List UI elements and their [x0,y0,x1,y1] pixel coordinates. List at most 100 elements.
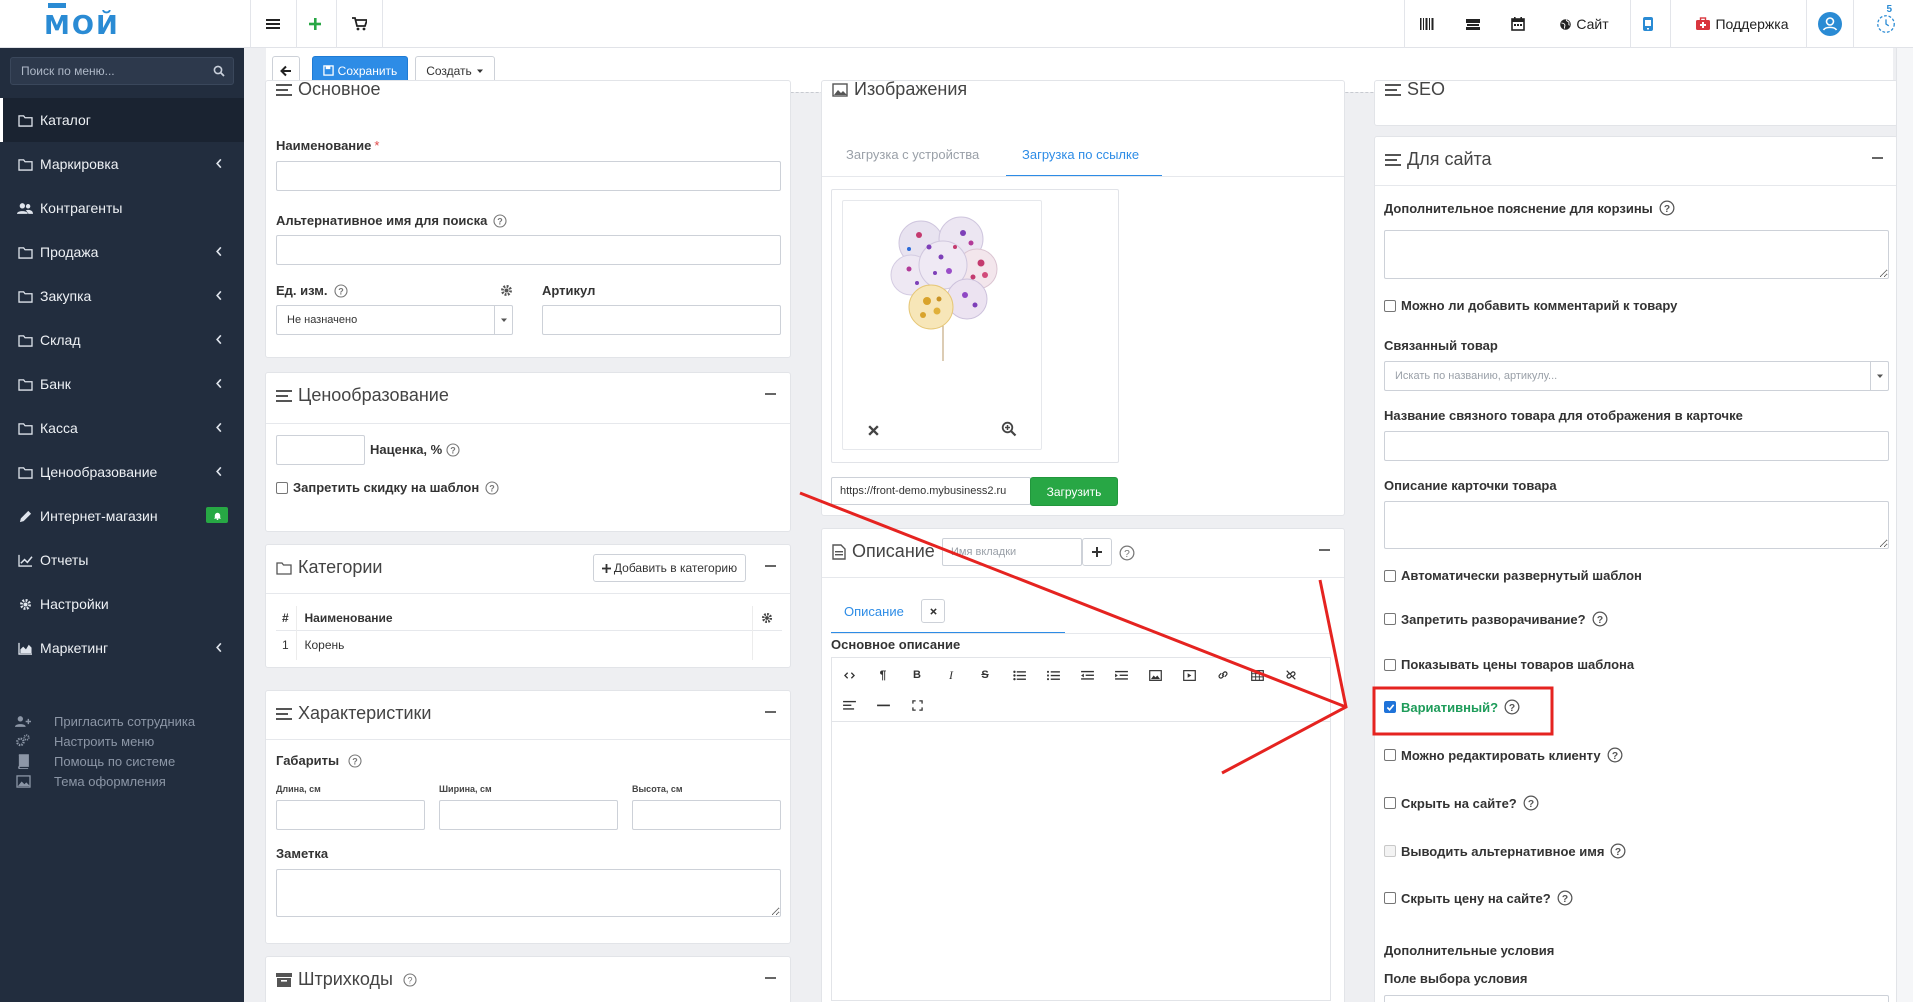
condition-field-select[interactable] [1384,995,1889,1002]
help-icon[interactable]: ? [1504,699,1520,715]
sidebar-item[interactable]: Маркетинг [0,626,244,670]
alt-name-input[interactable] [276,235,781,265]
help-icon[interactable]: ? [1607,747,1623,763]
card-desc-textarea[interactable] [1384,501,1889,549]
tab-name-input[interactable] [942,538,1082,566]
insert-image-icon[interactable] [1144,664,1166,686]
menu-toggle-button[interactable] [258,0,288,48]
help-icon[interactable]: ? [1610,843,1626,859]
help-icon[interactable]: ? [333,283,348,298]
link-icon[interactable] [1212,664,1234,686]
checkbox[interactable] [1384,749,1396,761]
help-icon[interactable]: ? [485,480,499,495]
markup-input[interactable] [276,435,365,465]
related-product-select[interactable]: Искать по названию, артикулу... [1384,361,1889,391]
client-edit-checkbox[interactable]: Можно редактировать клиенту ? [1384,747,1623,763]
numbered-list-icon[interactable] [1042,664,1064,686]
checkbox[interactable] [1384,613,1396,625]
profile-button[interactable] [1815,0,1845,48]
logo[interactable]: МОЙ БИЗНЕС 2 [42,3,212,75]
mobile-app-button[interactable] [1633,0,1663,48]
strikethrough-icon[interactable]: S [974,664,996,686]
note-textarea[interactable] [276,869,781,917]
support-button[interactable]: Поддержка [1686,0,1798,48]
sidebar-item[interactable]: Интернет-магазин [0,494,244,538]
width-input[interactable] [439,800,618,830]
variative-checkbox[interactable]: Вариативный? ? [1384,699,1520,715]
upload-button[interactable]: Загрузить [1030,477,1118,506]
help-icon[interactable]: ? [348,753,362,768]
add-to-category-button[interactable]: Добавить в категорию [593,554,746,582]
help-icon[interactable]: ? [493,213,507,228]
indent-icon[interactable] [1110,664,1132,686]
sidebar-item[interactable]: Настройки [0,582,244,626]
forbid-expand-checkbox[interactable]: Запретить разворачивание? ? [1384,611,1608,627]
help-icon[interactable]: ? [1659,200,1675,216]
show-prices-checkbox[interactable]: Показывать цены товаров шаблона [1384,657,1634,672]
sidebar-item[interactable]: Закупка [0,274,244,318]
tab-description[interactable]: Описание [844,604,904,619]
delete-image-icon[interactable] [867,424,880,437]
horizontal-rule-icon[interactable] [872,694,894,716]
cart-button[interactable] [344,0,374,48]
sidebar-item[interactable]: Склад [0,318,244,362]
name-input[interactable] [276,161,781,191]
editor-content-area[interactable] [832,723,1330,1000]
italic-icon[interactable]: I [940,664,962,686]
checkbox[interactable] [276,481,288,494]
collapse-description-button[interactable] [1319,549,1330,551]
show-alt-name-checkbox[interactable]: Выводить альтернативное имя ? [1384,843,1626,859]
collapse-characteristics-button[interactable] [765,711,776,713]
sidebar-item[interactable]: Продажа [0,230,244,274]
checkbox[interactable] [1384,658,1396,671]
gear-icon[interactable] [500,284,513,297]
image-url-input[interactable] [831,477,1031,505]
article-input[interactable] [542,305,781,335]
table-settings-cell[interactable] [752,606,782,630]
tab-upload-link[interactable]: Загрузка по ссылке [1022,147,1139,162]
code-view-icon[interactable] [838,664,860,686]
bullet-list-icon[interactable] [1008,664,1030,686]
allow-comment-checkbox[interactable]: Можно ли добавить комментарий к товару [1384,298,1677,313]
sidebar-bottom-link[interactable]: Настроить меню [14,731,234,751]
zoom-in-icon[interactable] [1001,421,1017,437]
cash-register-button[interactable] [1458,0,1488,48]
sidebar-bottom-link[interactable]: Тема оформления [14,771,234,791]
calendar-button[interactable] [1503,0,1533,48]
site-button[interactable]: Сайт [1548,0,1620,48]
menu-search-input[interactable] [11,58,201,84]
collapse-categories-button[interactable] [765,565,776,567]
help-icon[interactable]: ? [1523,795,1539,811]
auto-expand-checkbox[interactable]: Автоматически развернутый шаблон [1384,568,1642,583]
sidebar-bottom-link[interactable]: Пригласить сотрудника [14,711,234,731]
sidebar-bottom-link[interactable]: Помощь по системе [14,751,234,771]
sidebar-item[interactable]: Каталог [0,98,244,142]
checkbox-checked[interactable] [1384,701,1396,713]
unlink-icon[interactable] [1280,664,1302,686]
checkbox[interactable] [1384,299,1396,312]
quick-add-button[interactable] [300,0,330,48]
collapse-pricing-button[interactable] [765,393,776,395]
table-row[interactable]: 1 Корень [276,630,782,660]
help-icon[interactable]: ? [1592,611,1608,627]
sidebar-item[interactable]: Маркировка [0,142,244,186]
tab-upload-device[interactable]: Загрузка с устройства [846,147,979,162]
height-input[interactable] [632,800,781,830]
align-left-icon[interactable] [838,694,860,716]
sidebar-item[interactable]: Контрагенты [0,186,244,230]
bold-icon[interactable]: B [906,664,928,686]
gear-icon[interactable] [761,612,773,624]
length-input[interactable] [276,800,425,830]
collapse-barcodes-button[interactable] [765,977,776,979]
table-icon[interactable] [1246,664,1268,686]
barcode-button[interactable] [1412,0,1442,48]
checkbox[interactable] [1384,569,1396,582]
sidebar-item[interactable]: Отчеты [0,538,244,582]
cart-note-textarea[interactable] [1384,230,1889,279]
forbid-discount-checkbox[interactable]: Запретить скидку на шаблон ? [276,480,499,495]
hide-on-site-checkbox[interactable]: Скрыть на сайте? ? [1384,795,1539,811]
remove-tab-button[interactable] [921,599,945,623]
hide-price-checkbox[interactable]: Скрыть цену на сайте? ? [1384,890,1573,906]
unit-select[interactable]: Не назначено [276,305,513,335]
paragraph-icon[interactable]: ¶ [872,664,894,686]
